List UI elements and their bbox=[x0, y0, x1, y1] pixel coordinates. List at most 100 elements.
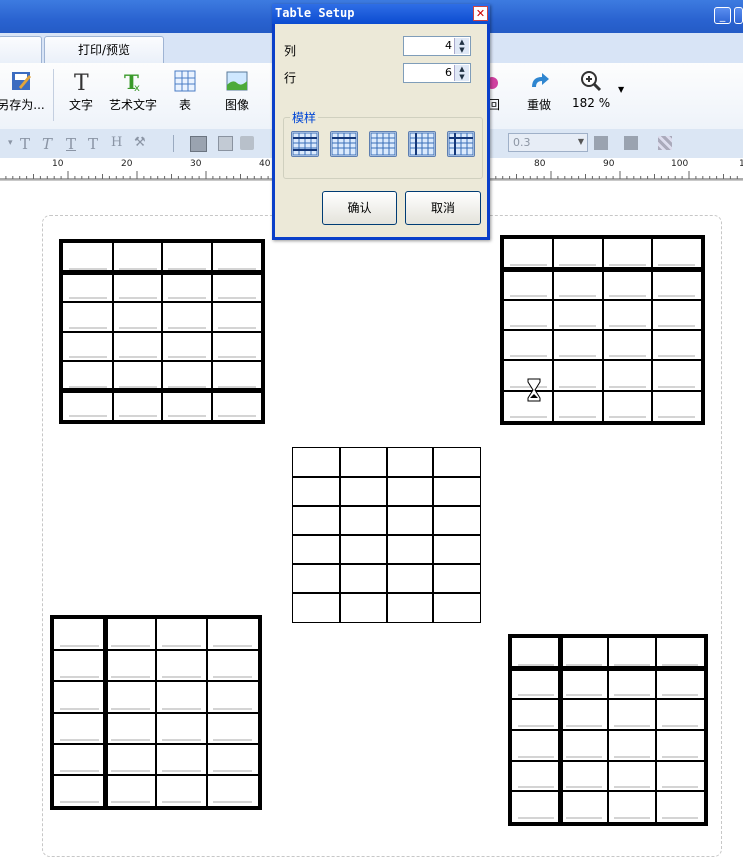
zoom-button[interactable]: 182 % bbox=[572, 69, 610, 110]
ok-button[interactable]: 确认 bbox=[322, 191, 397, 225]
table-style-option[interactable] bbox=[408, 131, 436, 157]
table-style-option[interactable] bbox=[447, 131, 475, 157]
table-cell[interactable] bbox=[559, 386, 596, 388]
minimize-button[interactable]: _ bbox=[714, 7, 731, 24]
table-cell[interactable] bbox=[510, 295, 547, 297]
table-cell[interactable] bbox=[658, 264, 695, 266]
table-cell[interactable] bbox=[559, 416, 596, 418]
table-cell[interactable] bbox=[510, 264, 547, 266]
spinner-arrows-icon[interactable]: ▲ ▼ bbox=[454, 65, 469, 81]
spacing-icon[interactable]: H bbox=[111, 135, 122, 150]
table-cell[interactable] bbox=[218, 297, 256, 299]
table-cell[interactable] bbox=[510, 325, 547, 327]
font-underline-icon[interactable]: T bbox=[66, 135, 76, 153]
table-cell[interactable] bbox=[566, 664, 602, 666]
table-cell[interactable] bbox=[609, 325, 646, 327]
font-bold-icon[interactable]: T bbox=[20, 135, 30, 153]
send-backward-icon[interactable] bbox=[624, 136, 638, 150]
table-cell[interactable] bbox=[559, 295, 596, 297]
table-style-option[interactable] bbox=[369, 131, 397, 157]
table-cell[interactable] bbox=[213, 676, 252, 678]
table-cell[interactable] bbox=[60, 770, 99, 772]
table-cell[interactable] bbox=[658, 355, 695, 357]
cancel-button[interactable]: 取消 bbox=[405, 191, 481, 225]
table-cell[interactable] bbox=[218, 268, 256, 270]
save-as-button[interactable]: 另存为... bbox=[0, 69, 46, 113]
table-cell[interactable] bbox=[614, 664, 650, 666]
table-cell[interactable] bbox=[69, 386, 107, 388]
table-cell[interactable] bbox=[119, 268, 157, 270]
redo-button[interactable]: 重做 bbox=[522, 69, 556, 113]
tab-print-preview[interactable]: 打印/预览 bbox=[44, 36, 164, 63]
spinner-arrows-icon[interactable]: ▲ ▼ bbox=[454, 38, 469, 54]
rows-spinner[interactable]: 6 ▲ ▼ bbox=[403, 63, 471, 83]
table-cell[interactable] bbox=[614, 694, 650, 696]
columns-spinner[interactable]: 4 ▲ ▼ bbox=[403, 36, 471, 56]
insert-table-button[interactable]: 表 bbox=[172, 69, 198, 113]
close-button[interactable]: ✕ bbox=[473, 6, 488, 21]
table-cell[interactable] bbox=[111, 645, 150, 647]
table-cell[interactable] bbox=[119, 297, 157, 299]
table-cell[interactable] bbox=[162, 801, 201, 803]
table-cell[interactable] bbox=[510, 355, 547, 357]
table-cell[interactable] bbox=[658, 295, 695, 297]
tab-file[interactable] bbox=[0, 36, 42, 63]
table-cell[interactable] bbox=[614, 725, 650, 727]
table-cell[interactable] bbox=[218, 386, 256, 388]
table-cell[interactable] bbox=[168, 327, 206, 329]
table-cell[interactable] bbox=[111, 676, 150, 678]
table-cell[interactable] bbox=[658, 386, 695, 388]
table-cell[interactable] bbox=[662, 756, 698, 758]
table-object[interactable] bbox=[292, 447, 481, 623]
table-style-option[interactable] bbox=[330, 131, 358, 157]
table-cell[interactable] bbox=[119, 386, 157, 388]
table-cell[interactable] bbox=[518, 817, 554, 819]
table-cell[interactable] bbox=[168, 268, 206, 270]
table-cell[interactable] bbox=[566, 725, 602, 727]
table-cell[interactable] bbox=[559, 325, 596, 327]
table-cell[interactable] bbox=[162, 645, 201, 647]
table-cell[interactable] bbox=[213, 739, 252, 741]
shape-icon[interactable] bbox=[240, 136, 254, 150]
table-cell[interactable] bbox=[518, 756, 554, 758]
table-cell[interactable] bbox=[69, 356, 107, 358]
table-cell[interactable] bbox=[168, 297, 206, 299]
table-cell[interactable] bbox=[566, 756, 602, 758]
table-cell[interactable] bbox=[609, 355, 646, 357]
bring-forward-icon[interactable] bbox=[594, 136, 608, 150]
border-style-icon[interactable] bbox=[218, 136, 233, 151]
table-cell[interactable] bbox=[60, 739, 99, 741]
table-cell[interactable] bbox=[662, 694, 698, 696]
table-cell[interactable] bbox=[559, 355, 596, 357]
table-cell[interactable] bbox=[518, 725, 554, 727]
table-cell[interactable] bbox=[518, 664, 554, 666]
table-cell[interactable] bbox=[168, 356, 206, 358]
table-cell[interactable] bbox=[119, 327, 157, 329]
table-cell[interactable] bbox=[662, 817, 698, 819]
table-cell[interactable] bbox=[609, 295, 646, 297]
font-italic-icon[interactable]: T bbox=[42, 135, 52, 153]
table-cell[interactable] bbox=[119, 415, 157, 417]
table-cell[interactable] bbox=[218, 415, 256, 417]
table-cell[interactable] bbox=[662, 664, 698, 666]
table-cell[interactable] bbox=[69, 415, 107, 417]
table-cell[interactable] bbox=[614, 817, 650, 819]
table-cell[interactable] bbox=[69, 327, 107, 329]
table-cell[interactable] bbox=[609, 416, 646, 418]
table-cell[interactable] bbox=[518, 694, 554, 696]
table-cell[interactable] bbox=[510, 416, 547, 418]
table-style-option[interactable] bbox=[291, 131, 319, 157]
table-cell[interactable] bbox=[111, 739, 150, 741]
table-cell[interactable] bbox=[111, 770, 150, 772]
table-cell[interactable] bbox=[218, 327, 256, 329]
font-outline-icon[interactable]: T bbox=[88, 135, 98, 153]
table-cell[interactable] bbox=[609, 264, 646, 266]
table-cell[interactable] bbox=[213, 770, 252, 772]
table-cell[interactable] bbox=[111, 801, 150, 803]
table-cell[interactable] bbox=[60, 645, 99, 647]
table-cell[interactable] bbox=[213, 801, 252, 803]
table-cell[interactable] bbox=[60, 708, 99, 710]
table-cell[interactable] bbox=[218, 356, 256, 358]
insert-art-text-button[interactable]: Tx 艺术文字 bbox=[108, 69, 158, 113]
table-cell[interactable] bbox=[658, 416, 695, 418]
